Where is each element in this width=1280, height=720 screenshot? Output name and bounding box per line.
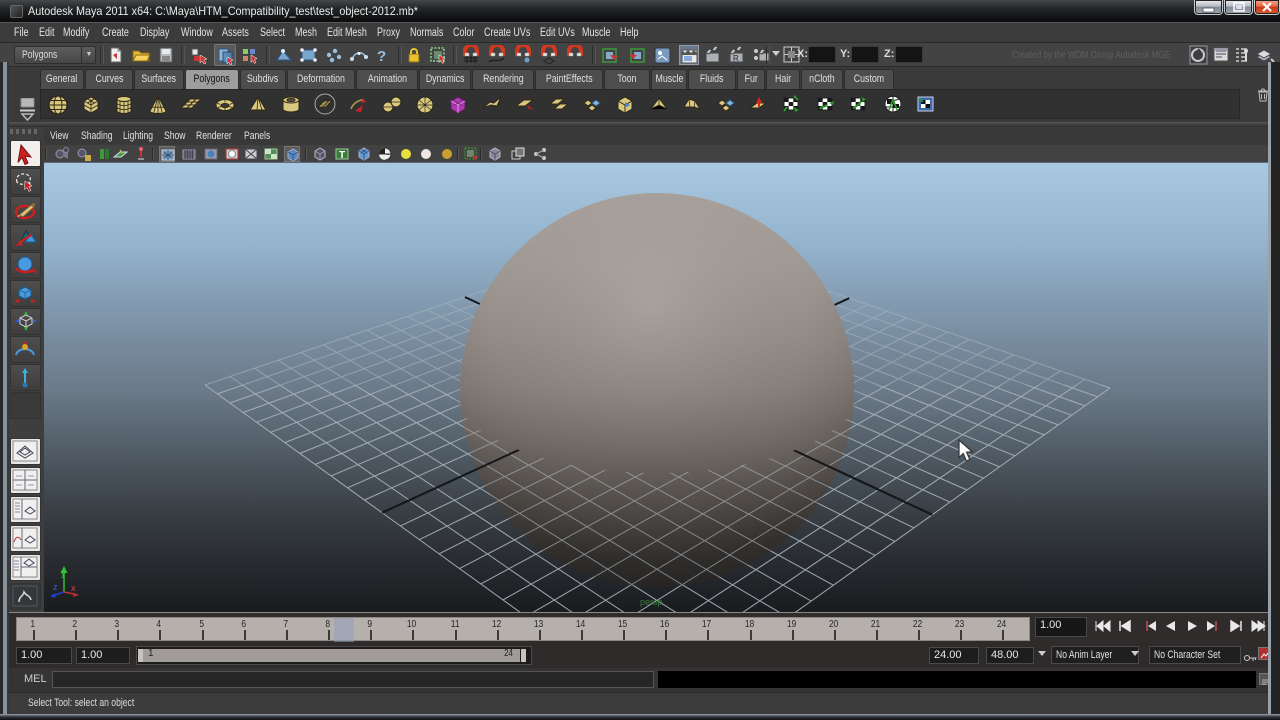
svg-text:persp: persp [640, 597, 663, 607]
svg-text:?: ? [377, 48, 386, 65]
svg-text:z: z [53, 582, 58, 592]
svg-text:R: R [733, 54, 739, 63]
svg-text:y: y [61, 568, 66, 578]
svg-text:x: x [71, 583, 76, 593]
svg-text:T: T [339, 150, 345, 161]
